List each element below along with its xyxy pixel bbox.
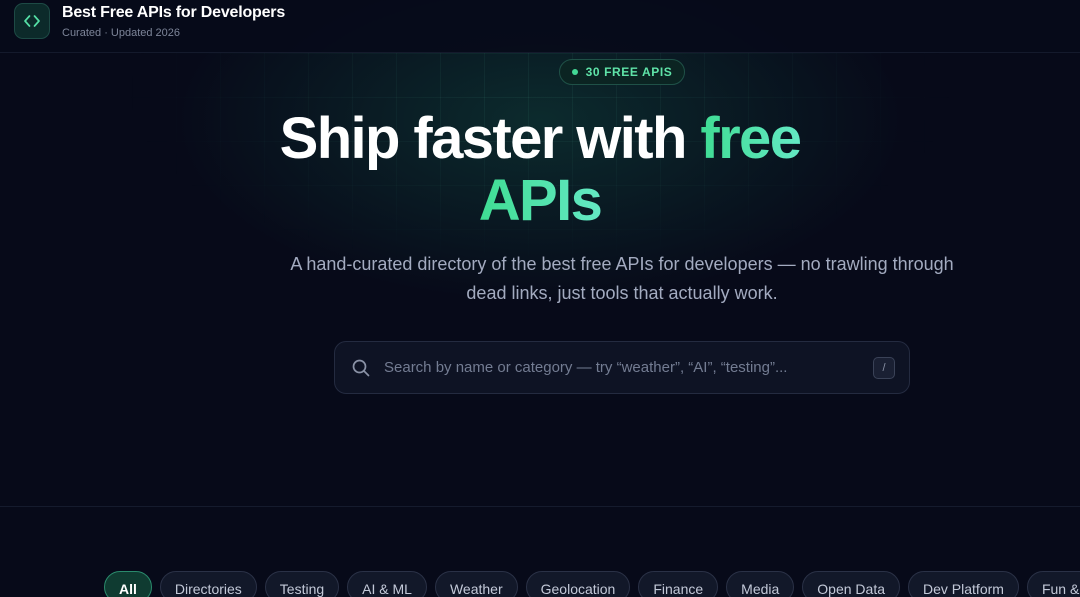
brand-title[interactable]: Best Free APIs for Developers	[62, 4, 285, 22]
logo[interactable]	[14, 3, 50, 39]
page: Best Free APIs for Developers Curated · …	[0, 0, 1080, 597]
hero-title-plain: Ship faster with	[279, 106, 701, 171]
filter-chip-finance[interactable]: Finance	[638, 571, 719, 597]
api-count-badge-label: 30 FREE APIS	[585, 65, 673, 79]
top-header: Best Free APIs for Developers Curated · …	[0, 0, 1080, 53]
category-filter-bar: All Directories Testing AI & ML Weather …	[104, 571, 1080, 597]
filter-chip-directories[interactable]: Directories	[159, 571, 257, 597]
filter-chip-weather[interactable]: Weather	[434, 571, 518, 597]
brand-subtitle: Curated · Updated 2026	[62, 26, 181, 39]
search-bar[interactable]: /	[334, 341, 910, 394]
status-dot-icon	[571, 69, 578, 75]
filter-chip-testing[interactable]: Testing	[264, 571, 340, 597]
filter-chip-geolocation[interactable]: Geolocation	[525, 571, 631, 597]
hero-title: Ship faster with free APIs	[190, 108, 890, 232]
filter-chip-dev-platform[interactable]: Dev Platform	[908, 571, 1019, 597]
hero-title-accent-free: free	[700, 106, 802, 171]
section-divider	[0, 506, 1080, 507]
search-input[interactable]	[384, 359, 873, 376]
hero-description: A hand-curated directory of the best fre…	[290, 254, 954, 303]
api-count-badge: 30 FREE APIS	[559, 59, 685, 85]
filter-chip-ai-ml[interactable]: AI & ML	[347, 571, 427, 597]
hero-title-accent-apis: APIs	[478, 168, 603, 233]
search-icon	[352, 359, 370, 376]
brand: Best Free APIs for Developers Curated · …	[62, 4, 285, 39]
filter-chip-fun[interactable]: Fun & F	[1026, 571, 1080, 597]
filter-chip-media[interactable]: Media	[726, 571, 795, 597]
filter-chip-open-data[interactable]: Open Data	[802, 571, 901, 597]
code-brackets-icon	[24, 15, 40, 27]
filter-chip-all[interactable]: All	[104, 571, 152, 597]
keyboard-shortcut-hint: /	[873, 356, 895, 379]
